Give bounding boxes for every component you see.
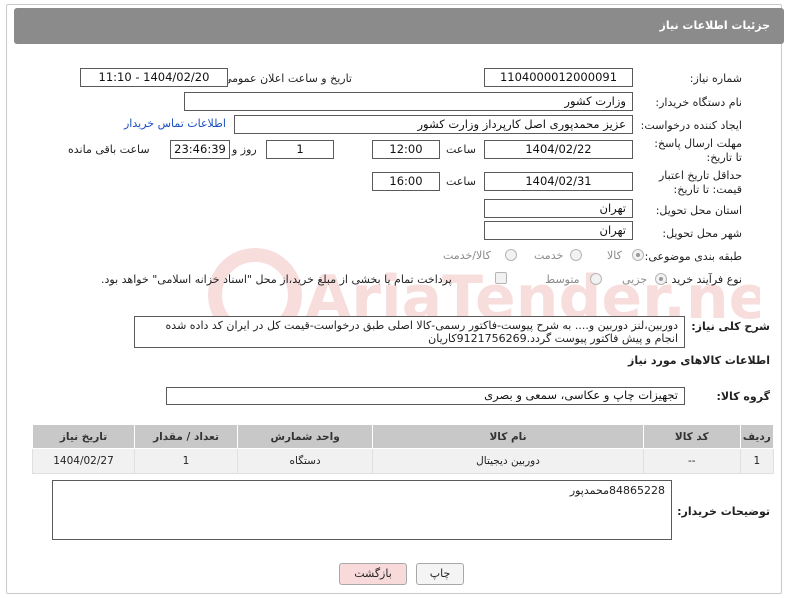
need-number-field: 1104000012000091 [484, 68, 633, 87]
price-validity-time-field: 16:00 [372, 172, 440, 191]
cell-date: 1404/02/27 [32, 448, 135, 474]
col-unit-header: واحد شمارش [236, 424, 374, 449]
price-validity-time-label: ساعت [446, 175, 476, 188]
buyer-org-field: وزارت کشور [184, 92, 633, 111]
delivery-province-label: استان محل تحویل: [655, 204, 742, 217]
goods-info-title: اطلاعات کالاهای مورد نیاز [628, 354, 770, 367]
buyer-contact-link[interactable]: اطلاعات تماس خریدار [124, 117, 226, 130]
cell-name: دوربین دیجیتال [372, 448, 644, 474]
col-date-header: تاریخ نیاز [32, 424, 135, 449]
treasury-payment-checkbox[interactable] [495, 272, 507, 284]
goods-group-field: تجهیزات چاپ و عکاسی، سمعی و بصری [166, 387, 685, 405]
price-validity-date-field: 1404/02/31 [484, 172, 633, 191]
price-validity-label: حداقل تاریخ اعتبار قیمت: تا تاریخ: [658, 169, 742, 196]
category-service-radio[interactable] [570, 249, 582, 261]
general-desc-field: دوربین،لنز دوربین و.... به شرح پیوست-فاک… [134, 316, 685, 348]
buyer-notes-label: توضیحات خریدار: [677, 505, 770, 518]
cell-unit: دستگاه [236, 448, 374, 474]
reply-remaining-field: 23:46:39 [170, 140, 230, 159]
delivery-city-field: تهران [484, 221, 633, 240]
general-desc-label: شرح کلی نیاز: [691, 320, 770, 333]
purchase-medium-radio[interactable] [590, 273, 602, 285]
reply-time-field: 12:00 [372, 140, 440, 159]
reply-days-label: روز و [232, 143, 257, 156]
cell-row: 1 [739, 448, 775, 474]
buyer-notes-field: 84865228محمدپور [52, 480, 672, 540]
print-button[interactable]: چاپ [416, 563, 464, 585]
reply-remaining-label: ساعت باقی مانده [68, 143, 150, 156]
need-number-label: شماره نیاز: [689, 72, 742, 85]
category-label: طبقه بندی موضوعی: [644, 250, 742, 263]
col-row-header: ردیف [739, 424, 775, 449]
requester-field: عزیز محمدپوری اصل کارپرداز وزارت کشور [234, 115, 633, 134]
buyer-org-label: نام دستگاه خریدار: [655, 96, 742, 109]
cell-code: -- [642, 448, 741, 474]
category-both-radio[interactable] [505, 249, 517, 261]
col-code-header: کد کالا [642, 424, 741, 449]
page-header: جزئیات اطلاعات نیاز [14, 8, 784, 44]
requester-label: ایجاد کننده درخواست: [640, 119, 742, 132]
col-name-header: نام کالا [372, 424, 644, 449]
page-title: جزئیات اطلاعات نیاز [659, 19, 771, 32]
items-table-header: ردیف کد کالا نام کالا واحد شمارش تعداد /… [32, 424, 775, 449]
col-qty-header: تعداد / مقدار [134, 424, 238, 449]
reply-days-field: 1 [266, 140, 334, 159]
reply-deadline-label: مهلت ارسال پاسخ: تا تاریخ: [654, 137, 742, 164]
category-goods-label: کالا [607, 249, 622, 262]
category-service-label: خدمت [534, 249, 564, 262]
delivery-province-field: تهران [484, 199, 633, 218]
reply-time-label: ساعت [446, 143, 476, 156]
category-both-label: کالا/خدمت [443, 249, 491, 262]
delivery-city-label: شهر محل تحویل: [662, 227, 742, 240]
purchase-type-label: نوع فرآیند خرید : [664, 273, 742, 286]
reply-date-field: 1404/02/22 [484, 140, 633, 159]
announce-field: 1404/02/20 - 11:10 [80, 68, 228, 87]
purchase-partial-label: جزیی [622, 273, 648, 286]
cell-qty: 1 [134, 448, 238, 474]
table-row: 1 -- دوربین دیجیتال دستگاه 1 1404/02/27 [32, 448, 775, 474]
treasury-payment-note: پرداخت تمام یا بخشی از مبلغ خرید،از محل … [101, 273, 452, 286]
category-goods-radio[interactable] [632, 249, 644, 261]
goods-group-label: گروه کالا: [716, 390, 770, 403]
purchase-partial-radio[interactable] [655, 273, 667, 285]
back-button[interactable]: بازگشت [339, 563, 407, 585]
announce-label: تاریخ و ساعت اعلان عمومی: [219, 72, 352, 85]
purchase-medium-label: متوسط [545, 273, 580, 286]
items-table: ردیف کد کالا نام کالا واحد شمارش تعداد /… [32, 424, 775, 474]
